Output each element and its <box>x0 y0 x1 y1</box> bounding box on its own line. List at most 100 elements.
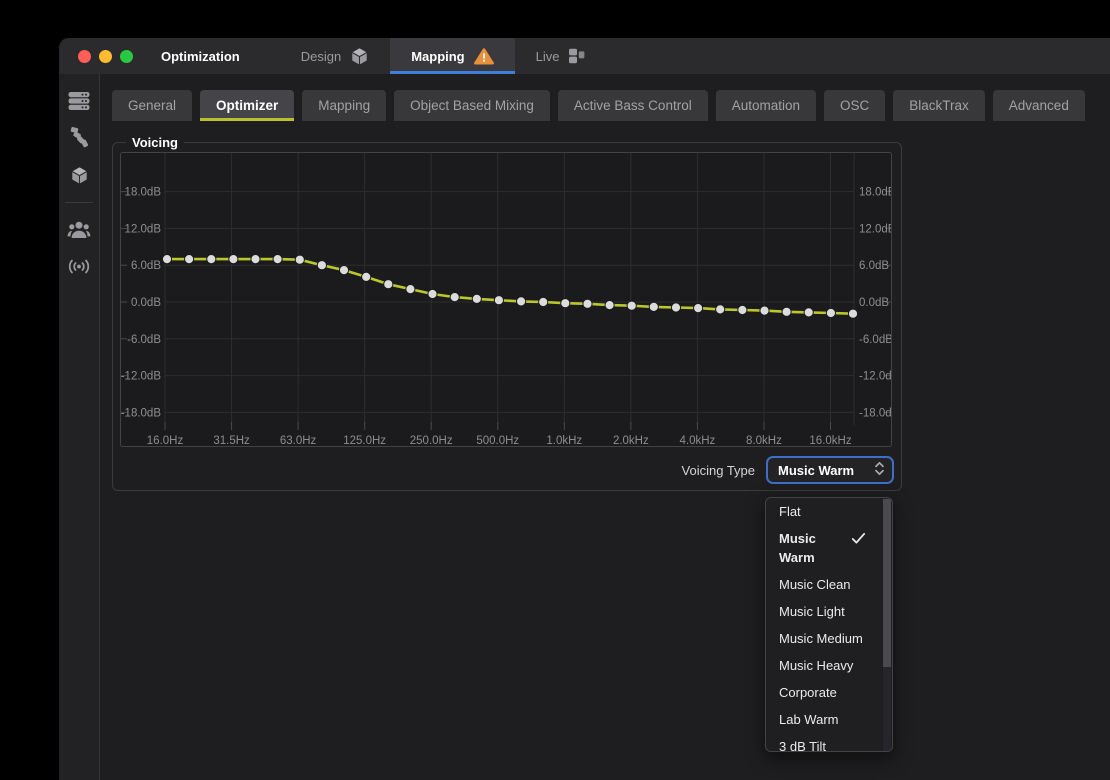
dropdown-option-label: Music Heavy <box>779 658 853 673</box>
titlebar-tab-live[interactable]: Live <box>515 38 608 74</box>
sidebar-divider <box>65 202 93 203</box>
window-body: General Optimizer Mapping Object Based Mixi… <box>59 74 1110 780</box>
dropdown-option-music-light[interactable]: Music Light <box>766 598 892 625</box>
voicing-curve-point[interactable] <box>804 308 813 317</box>
sidebar-item-cube[interactable] <box>66 163 92 187</box>
x-axis-tick-label: 500.0Hz <box>476 435 519 447</box>
tab-active-bass-control[interactable]: Active Bass Control <box>558 90 708 121</box>
x-axis-tick-label: 63.0Hz <box>280 435 317 447</box>
close-button[interactable] <box>78 50 91 63</box>
dropdown-option-music-medium[interactable]: Music Medium <box>766 625 892 652</box>
titlebar: Optimization DesignMappingLive <box>59 38 1110 74</box>
y-axis-tick-label-right: 12.0dB <box>859 223 892 235</box>
y-axis-tick-label-right: -12.0dB <box>859 371 892 383</box>
dropdown-option-lab-warm[interactable]: Lab Warm <box>766 706 892 733</box>
dropdown-option-label: Corporate <box>779 685 837 700</box>
voicing-curve-point[interactable] <box>384 280 393 289</box>
voicing-curve-point[interactable] <box>406 285 415 294</box>
voicing-curve-point[interactable] <box>627 301 636 310</box>
dropdown-option-music-heavy[interactable]: Music Heavy <box>766 652 892 679</box>
voicing-curve-point[interactable] <box>494 296 503 305</box>
cube-icon <box>70 166 89 185</box>
tab-automation[interactable]: Automation <box>716 90 816 121</box>
check-icon <box>851 532 866 548</box>
tab-blacktrax[interactable]: BlackTrax <box>893 90 985 121</box>
y-axis-tick-label: 18.0dB <box>125 187 162 199</box>
voicing-curve-point[interactable] <box>317 261 326 270</box>
voicing-curve-point[interactable] <box>362 272 371 281</box>
dropdown-option-flat[interactable]: Flat <box>766 498 892 525</box>
y-axis-tick-label: 0.0dB <box>131 297 161 309</box>
voicing-group: Voicing 18.0dB18.0dB12.0dB12.0dB6.0dB6.0… <box>112 135 902 491</box>
sidebar-item-broadcast[interactable] <box>66 254 92 278</box>
voicing-curve-point[interactable] <box>517 297 526 306</box>
voicing-curve-point[interactable] <box>450 293 459 302</box>
app-window: Optimization DesignMappingLive GeneralOp… <box>59 38 1110 780</box>
window-controls <box>59 50 133 63</box>
y-axis-tick-label: -6.0dB <box>127 334 161 346</box>
sidebar-item-line-array[interactable] <box>66 126 92 150</box>
tab-osc[interactable]: OSC <box>824 90 885 121</box>
voicing-curve-point[interactable] <box>605 301 614 310</box>
main-content: General Optimizer Mapping Object Based Mixi… <box>100 74 1110 780</box>
tab-general[interactable]: General <box>112 90 192 121</box>
voicing-type-value: Music Warm <box>778 463 854 478</box>
voicing-curve-point[interactable] <box>185 255 194 264</box>
voicing-curve-point[interactable] <box>649 302 658 311</box>
voicing-curve-point[interactable] <box>782 307 791 316</box>
voicing-curve-point[interactable] <box>339 266 348 275</box>
voicing-curve-point[interactable] <box>826 308 835 317</box>
voicing-eq-chart[interactable]: 18.0dB18.0dB12.0dB12.0dB6.0dB6.0dB0.0dB0… <box>120 152 892 447</box>
tab-mapping[interactable]: Mapping <box>302 90 386 121</box>
voicing-curve-point[interactable] <box>561 299 570 308</box>
x-axis-tick-label: 16.0Hz <box>147 435 184 447</box>
dropdown-option-music-clean[interactable]: Music Clean <box>766 571 892 598</box>
tab-optimizer[interactable]: Optimizer <box>200 90 294 121</box>
dropdown-option-music-warm[interactable]: Music Warm <box>766 525 892 571</box>
dropdown-option-3-db-tilt[interactable]: 3 dB Tilt <box>766 733 892 752</box>
voicing-type-dropdown-menu: FlatMusic WarmMusic Clean Music Light Musi… <box>765 497 893 752</box>
voicing-curve-point[interactable] <box>760 306 769 315</box>
y-axis-tick-label-right: 6.0dB <box>859 260 889 272</box>
voicing-curve-point[interactable] <box>671 303 680 312</box>
voicing-curve-point[interactable] <box>738 305 747 314</box>
tab-object-based-mixing[interactable]: Object Based Mixing <box>394 90 550 121</box>
voicing-curve-point[interactable] <box>251 255 260 264</box>
voicing-curve-point[interactable] <box>295 255 304 264</box>
voicing-curve-point[interactable] <box>207 255 216 264</box>
scrollbar-thumb[interactable] <box>883 499 891 667</box>
minimize-button[interactable] <box>99 50 112 63</box>
voicing-type-select[interactable]: Music Warm <box>766 456 894 484</box>
zoom-button[interactable] <box>120 50 133 63</box>
cube-icon <box>350 47 369 66</box>
voicing-curve-point[interactable] <box>716 305 725 314</box>
y-axis-tick-label-right: 0.0dB <box>859 297 889 309</box>
voicing-curve-point[interactable] <box>428 289 437 298</box>
voicing-curve-point[interactable] <box>229 255 238 264</box>
amp-rack-icon <box>67 91 91 112</box>
tab-advanced[interactable]: Advanced <box>993 90 1085 121</box>
titlebar-tab-design[interactable]: Design <box>280 38 390 74</box>
voicing-curve-point[interactable] <box>848 309 857 318</box>
sidebar-item-group[interactable] <box>66 217 92 241</box>
sidebar-item-amp-rack[interactable] <box>66 89 92 113</box>
broadcast-icon <box>67 258 91 275</box>
dropdown-option-corporate[interactable]: Corporate <box>766 679 892 706</box>
titlebar-tab-mapping[interactable]: Mapping <box>390 38 514 74</box>
y-axis-tick-label: -12.0dB <box>121 371 162 383</box>
dropdown-scrollbar[interactable] <box>883 499 891 752</box>
voicing-curve-point[interactable] <box>694 304 703 313</box>
voicing-curve-point[interactable] <box>273 255 282 264</box>
x-axis-tick-label: 4.0kHz <box>680 435 716 447</box>
window-title: Optimization <box>161 49 240 64</box>
y-axis-tick-label: 6.0dB <box>131 260 161 272</box>
voicing-curve-point[interactable] <box>539 297 548 306</box>
y-axis-tick-label-right: -18.0dB <box>859 407 892 419</box>
voicing-curve-point[interactable] <box>583 299 592 308</box>
y-axis-tick-label-right: -6.0dB <box>859 334 892 346</box>
titlebar-tabs: DesignMappingLive <box>280 38 608 74</box>
voicing-curve-point[interactable] <box>162 255 171 264</box>
voicing-curve-point[interactable] <box>472 294 481 303</box>
dropdown-option-label: Music Light <box>779 604 845 619</box>
voicing-curve-svg: 18.0dB18.0dB12.0dB12.0dB6.0dB6.0dB0.0dB0… <box>120 152 892 447</box>
